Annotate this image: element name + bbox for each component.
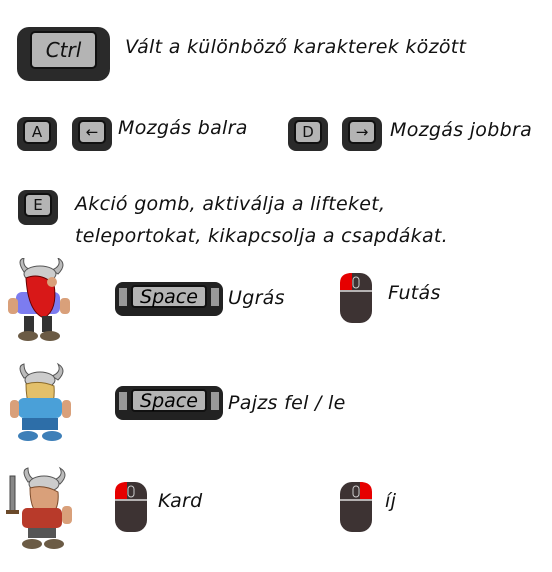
red-viking-icon xyxy=(8,258,70,341)
sword-text: Kard xyxy=(158,490,203,512)
d-key-label: D xyxy=(293,119,323,144)
ctrl-key-label: Ctrl xyxy=(30,31,97,70)
left-arrow-key: ← xyxy=(72,117,112,151)
d-key: D xyxy=(288,117,328,151)
run-text: Futás xyxy=(388,282,441,304)
shield-text: Pajzs fel / le xyxy=(228,392,346,414)
action-text-line1: Akció gomb, aktiválja a lifteket, xyxy=(75,193,386,215)
ctrl-key: Ctrl xyxy=(17,27,110,81)
space-key-label: Space xyxy=(131,285,207,308)
space-key: Space xyxy=(115,282,223,316)
left-arrow-icon: ← xyxy=(77,119,107,144)
a-key-label: A xyxy=(22,119,52,144)
bow-text: íj xyxy=(385,490,397,512)
e-key-label: E xyxy=(23,192,53,218)
blonde-viking-icon xyxy=(10,362,71,441)
action-text-line2: teleportokat, kikapcsolja a csapdákat. xyxy=(75,225,449,247)
switch-character-text: Vált a különböző karakterek között xyxy=(125,36,467,58)
move-left-text: Mozgás balra xyxy=(118,117,248,139)
move-right-text: Mozgás jobbra xyxy=(390,119,533,141)
a-key: A xyxy=(17,117,57,151)
space-key-label: Space xyxy=(131,389,207,412)
right-arrow-key: → xyxy=(342,117,382,151)
sword-viking-icon xyxy=(6,466,72,549)
e-key: E xyxy=(18,190,58,225)
mouse-left-click-icon xyxy=(115,482,147,532)
jump-text: Ugrás xyxy=(228,287,285,309)
right-arrow-icon: → xyxy=(347,119,377,144)
mouse-right-click-icon xyxy=(340,482,372,532)
space-key: Space xyxy=(115,386,223,420)
mouse-left-click-icon xyxy=(340,273,372,323)
